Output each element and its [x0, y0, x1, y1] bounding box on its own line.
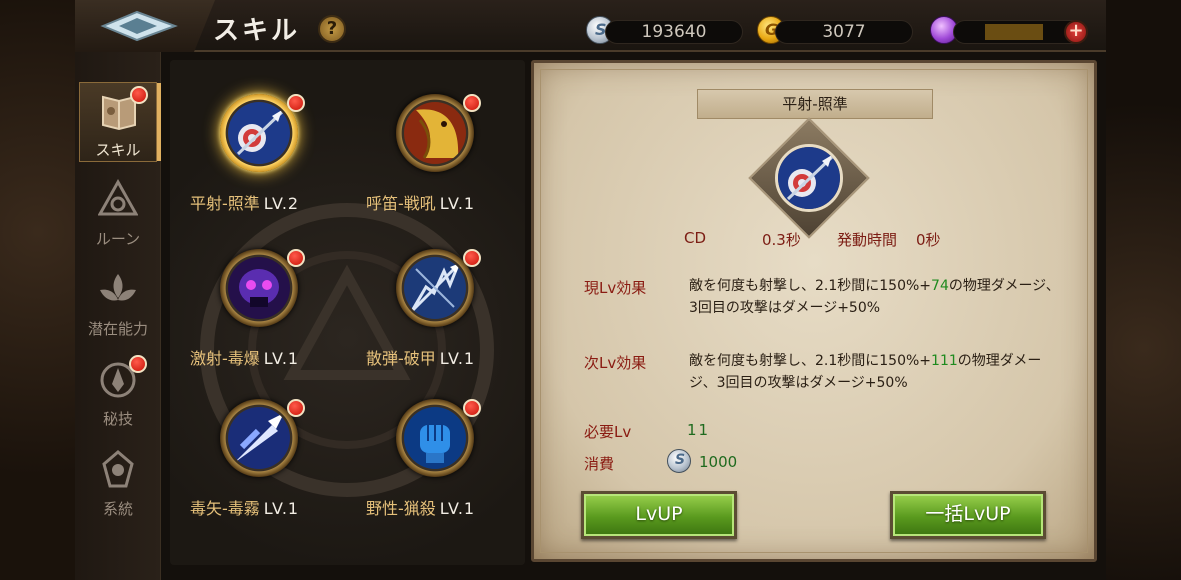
current-effect-text: 敵を何度も射撃し、2.1秒間に150%+74の物理ダメージ、3回目の攻撃はダメー…: [689, 275, 1061, 319]
sidebar-label-rune: ルーン: [95, 230, 141, 248]
next-effect-a: 敵を何度も射撃し、2.1秒間に150%+: [689, 353, 932, 369]
next-effect-number: 111: [931, 353, 958, 369]
skill-2-level: LV.1: [439, 194, 476, 213]
poison-skull-icon: [228, 257, 290, 319]
silver-coin-icon: [667, 449, 691, 473]
sidebar: スキル ルーン 潜在能力 秘技 系統: [75, 52, 161, 580]
gold-amount: 3077: [822, 22, 866, 42]
bulk-lvup-button[interactable]: 一括LvUP: [890, 491, 1046, 539]
current-effect-number: 74: [931, 278, 949, 294]
skill-5-level: LV.1: [263, 499, 300, 518]
emblem-icon: [102, 450, 134, 488]
lotus-icon: [100, 274, 136, 301]
duration-value: 0秒: [916, 231, 941, 249]
sidebar-item-skill[interactable]: スキル: [79, 82, 161, 162]
blue-fist-icon: [404, 407, 466, 469]
sidebar-label-skill: スキル: [95, 141, 141, 159]
current-effect-a: 敵を何度も射撃し、2.1秒間に150%+: [689, 278, 932, 294]
skill-slot-5[interactable]: 毒矢-毒霧 LV.1: [170, 365, 340, 518]
skill-frame: [220, 94, 298, 172]
top-bar: スキル ? 193640 3077 +: [75, 0, 1106, 52]
next-effect-label: 次Lv効果: [584, 354, 647, 372]
skill-frame: [220, 249, 298, 327]
skill-grid: 平射-照準 LV.2 呼笛-戦吼 LV.1 激射-毒爆 LV.1 散弾-破甲 L…: [170, 60, 525, 565]
skill-frame: [396, 249, 474, 327]
golden-beast-icon: [404, 102, 466, 164]
spear-target-icon: [228, 102, 290, 164]
next-effect-text: 敵を何度も射撃し、2.1秒間に150%+111の物理ダメージ、3回目の攻撃はダメ…: [689, 350, 1061, 394]
skill-5-name: 毒矢-毒霧: [190, 499, 260, 518]
required-level-label: 必要Lv: [584, 423, 632, 441]
skill-frame: [396, 94, 474, 172]
sidebar-item-potential[interactable]: 潜在能力: [79, 262, 157, 342]
right-backdrop: [1106, 0, 1181, 580]
shattered-arrow-icon: [404, 257, 466, 319]
spear-target-icon: [775, 144, 843, 212]
skill-6-name: 野性-猟殺: [366, 499, 436, 518]
skill-slot-2[interactable]: 呼笛-戦吼 LV.1: [346, 60, 516, 213]
add-currency-button[interactable]: +: [1064, 20, 1088, 44]
stamina-bar: [985, 24, 1043, 40]
skill-2-name: 呼笛-戦吼: [366, 194, 436, 213]
help-button[interactable]: ?: [318, 15, 346, 43]
sidebar-item-lineage[interactable]: 系統: [79, 442, 157, 522]
sidebar-label-potential: 潜在能力: [87, 320, 148, 338]
skill-1-notice-dot: [287, 94, 305, 112]
skill-slot-1[interactable]: 平射-照準 LV.2: [170, 60, 340, 213]
skill-1-level: LV.2: [263, 194, 300, 213]
skill-4-notice-dot: [463, 249, 481, 267]
energy-arrow-icon: [228, 407, 290, 469]
skill-6-notice-dot: [463, 399, 481, 417]
skill-slot-6[interactable]: 野性-猟殺 LV.1: [346, 365, 516, 518]
sidebar-item-secret[interactable]: 秘技: [79, 352, 157, 432]
skill-2-label: 呼笛-戦吼 LV.1: [366, 190, 475, 214]
sidebar-item-rune[interactable]: ルーン: [79, 172, 157, 252]
page-title: スキル: [213, 16, 301, 46]
cost-label: 消費: [584, 455, 615, 473]
skill-slot-3[interactable]: 激射-毒爆 LV.1: [170, 215, 340, 368]
cd-label: CD: [684, 229, 707, 247]
skill-2-notice-dot: [463, 94, 481, 112]
cost-value: 1000: [699, 453, 738, 471]
lvup-button[interactable]: LvUP: [581, 491, 737, 539]
skill-6-level: LV.1: [439, 499, 476, 518]
skill-5-label: 毒矢-毒霧 LV.1: [190, 495, 299, 519]
left-backdrop: [0, 0, 75, 580]
skill-3-notice-dot: [287, 249, 305, 267]
required-level-value: 11: [687, 421, 711, 439]
skill-6-label: 野性-猟殺 LV.1: [366, 495, 475, 519]
back-button[interactable]: [75, 0, 215, 52]
skill-frame: [220, 399, 298, 477]
detail-title: 平射-照準: [697, 89, 933, 119]
skill-5-notice-dot: [287, 399, 305, 417]
skill-slot-4[interactable]: 散弾-破甲 LV.1: [346, 215, 516, 368]
skill-notice-dot: [130, 86, 148, 104]
sidebar-label-lineage: 系統: [102, 500, 133, 518]
silver-amount: 193640: [641, 22, 707, 42]
gold-counter: 3077: [775, 20, 913, 44]
duration-label: 発動時間: [837, 231, 898, 249]
skill-detail-panel: 平射-照準 CD 0.3秒 発動時間 0秒 現Lv効果 敵を何度も射撃し、2.1…: [531, 60, 1097, 562]
cd-value: 0.3秒: [762, 231, 801, 249]
current-effect-label: 現Lv効果: [584, 279, 647, 297]
silver-counter: 193640: [605, 20, 743, 44]
skill-1-label: 平射-照準 LV.2: [190, 190, 299, 214]
back-arrow-icon: [100, 10, 178, 42]
sidebar-label-secret: 秘技: [102, 410, 133, 428]
skill-1-name: 平射-照準: [190, 194, 260, 213]
secret-notice-dot: [129, 355, 147, 373]
skill-frame: [396, 399, 474, 477]
rune-icon: [98, 178, 138, 216]
